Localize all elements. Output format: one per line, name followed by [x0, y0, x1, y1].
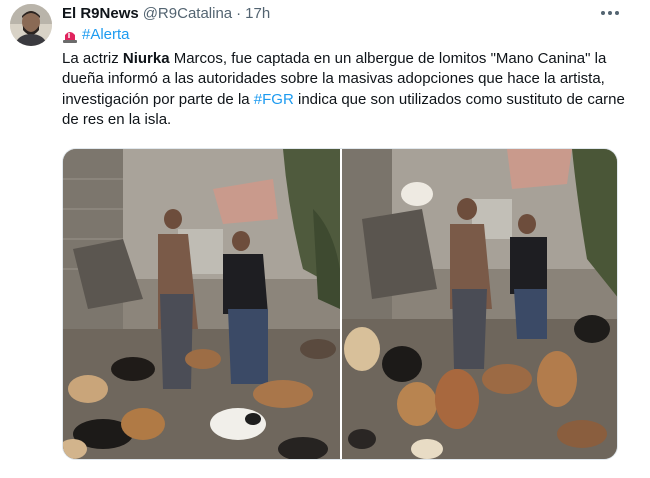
bold-name-niurka: Niurka	[122, 50, 170, 67]
tweet-media[interactable]	[62, 148, 618, 460]
author-avatar[interactable]	[10, 4, 52, 46]
author-handle[interactable]: @R9Catalina	[143, 4, 232, 24]
hashtag-alerta[interactable]: #Alerta	[82, 25, 130, 45]
tweet-header: El R9News @R9Catalina · 17h	[62, 4, 270, 24]
rotating-light-icon	[63, 32, 77, 43]
more-options-button[interactable]	[596, 2, 624, 24]
separator-dot: ·	[236, 5, 242, 22]
photo-left[interactable]	[63, 149, 340, 459]
photo-right[interactable]	[342, 149, 617, 459]
tweet-text: La actriz Niurka Marcos, fue captada en …	[62, 49, 632, 131]
tweet-timestamp[interactable]: 17h	[245, 4, 270, 24]
author-name[interactable]: El R9News	[62, 4, 139, 24]
tweet-text-part: La actriz	[62, 50, 123, 67]
hashtag-fgr[interactable]: #FGR	[254, 91, 294, 108]
more-horizontal-icon	[601, 11, 619, 15]
alert-line: #Alerta	[62, 25, 130, 45]
